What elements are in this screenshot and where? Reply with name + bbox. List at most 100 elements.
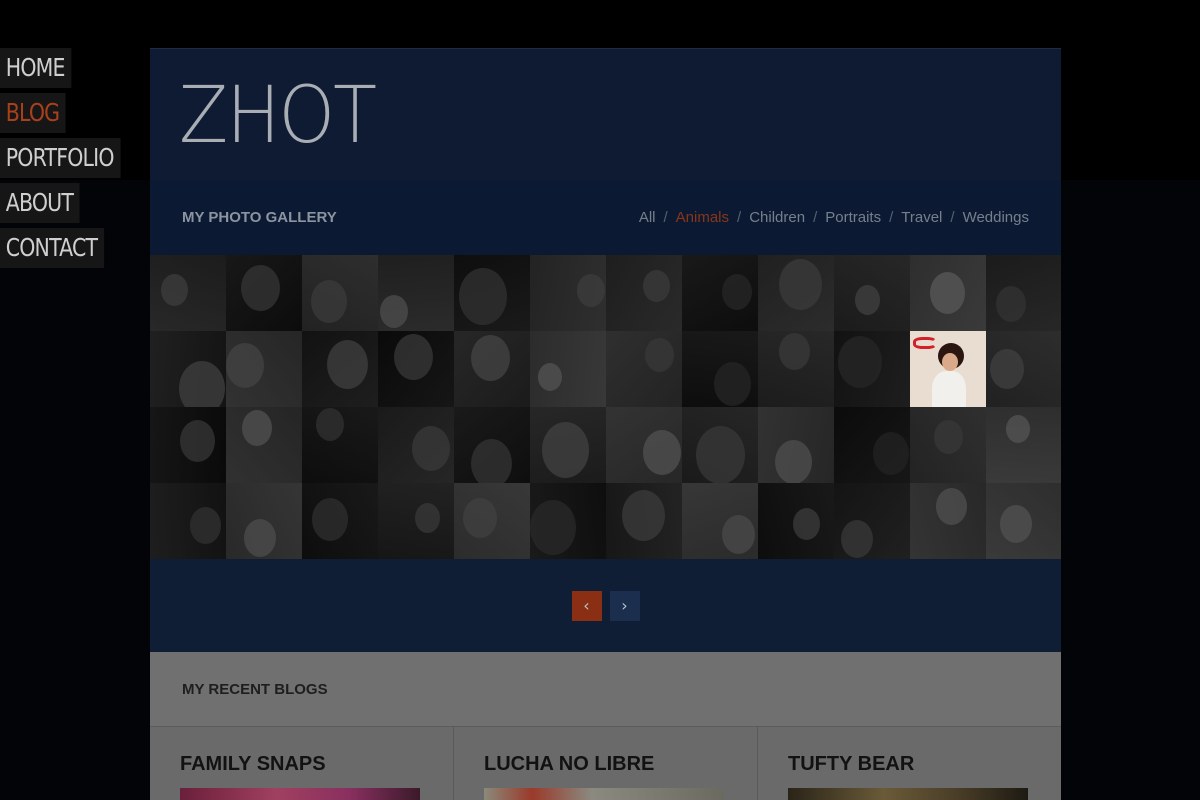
thumb-figure [838, 336, 882, 388]
gallery-thumb[interactable] [682, 407, 758, 483]
gallery-thumb[interactable] [606, 407, 682, 483]
thumb-figure [996, 286, 1026, 322]
filter-animals[interactable]: Animals [676, 209, 729, 226]
filter-separator: / [950, 209, 955, 226]
gallery-thumb[interactable] [226, 407, 302, 483]
gallery-thumb[interactable] [910, 407, 986, 483]
filter-portraits[interactable]: Portraits [825, 209, 881, 226]
gallery-thumb[interactable] [226, 331, 302, 407]
filter-children[interactable]: Children [749, 209, 805, 226]
filter-all[interactable]: All [639, 209, 656, 226]
gallery-thumb[interactable] [302, 483, 378, 559]
gallery-thumb[interactable] [758, 331, 834, 407]
gallery-thumb[interactable] [606, 331, 682, 407]
gallery-thumb[interactable] [302, 255, 378, 331]
gallery-thumb[interactable] [758, 483, 834, 559]
thumb-figure [722, 274, 752, 310]
prev-button[interactable]: ‹ [571, 590, 602, 621]
gallery-thumb[interactable] [682, 483, 758, 559]
gallery-thumb[interactable] [530, 255, 606, 331]
gallery-thumb[interactable] [150, 331, 226, 407]
gallery-thumb[interactable] [758, 407, 834, 483]
gallery-thumb[interactable] [986, 483, 1061, 559]
gallery-thumb[interactable] [454, 483, 530, 559]
gallery-thumb[interactable] [986, 407, 1061, 483]
nav-item-about[interactable]: ABOUT [0, 183, 80, 223]
gallery-thumb[interactable] [378, 483, 454, 559]
photo-grid [150, 255, 1061, 559]
gallery-thumb[interactable] [910, 483, 986, 559]
gallery-thumb[interactable] [910, 255, 986, 331]
gallery-thumb[interactable] [150, 407, 226, 483]
gallery-thumb[interactable] [302, 331, 378, 407]
recent-blogs-title: MY RECENT BLOGS [182, 680, 328, 698]
blog-card[interactable]: FAMILY SNAPS [150, 727, 454, 800]
gallery-thumb[interactable] [378, 255, 454, 331]
gallery-thumb[interactable] [682, 255, 758, 331]
gallery-thumb[interactable] [454, 331, 530, 407]
thumb-figure [530, 500, 576, 555]
gallery-thumb[interactable] [530, 331, 606, 407]
gallery-thumb[interactable] [378, 407, 454, 483]
thumb-figure [1006, 415, 1030, 443]
thumb-figure [312, 498, 348, 541]
filter-separator: / [889, 209, 894, 226]
gallery-thumb[interactable] [834, 331, 910, 407]
blog-card[interactable]: TUFTY BEAR [758, 727, 1061, 800]
filter-separator: / [663, 209, 668, 226]
thumb-figure [714, 362, 751, 406]
next-button[interactable]: › [609, 590, 640, 621]
blog-thumbnail[interactable] [180, 788, 420, 800]
nav-item-home[interactable]: HOME [0, 48, 72, 88]
blog-card[interactable]: LUCHA NO LIBRE [454, 727, 758, 800]
nav-item-contact[interactable]: CONTACT [0, 228, 104, 268]
main-column: ZHOT MY PHOTO GALLERY All / Animals / Ch… [150, 48, 1061, 800]
gallery-thumb[interactable] [530, 407, 606, 483]
gallery-thumb-highlighted[interactable] [910, 331, 986, 407]
thumb-figure [793, 508, 820, 540]
thumb-figure [932, 371, 966, 407]
gallery-thumb[interactable] [682, 331, 758, 407]
gallery-bar: MY PHOTO GALLERY All / Animals / Childre… [150, 180, 1061, 255]
gallery-thumb[interactable] [226, 483, 302, 559]
blog-thumbnail[interactable] [484, 788, 724, 800]
thumb-figure [1000, 505, 1032, 543]
gallery-thumb[interactable] [834, 255, 910, 331]
blog-thumbnail[interactable] [788, 788, 1028, 800]
gallery-thumb[interactable] [454, 407, 530, 483]
nav-item-blog[interactable]: BLOG [0, 93, 66, 133]
gallery-thumb[interactable] [226, 255, 302, 331]
thumb-figure [645, 338, 674, 372]
blog-title[interactable]: FAMILY SNAPS [180, 753, 423, 776]
gallery-thumb[interactable] [150, 483, 226, 559]
nav-item-portfolio[interactable]: PORTFOLIO [0, 138, 121, 178]
thumb-figure [643, 430, 681, 475]
thumb-figure [722, 515, 755, 554]
gallery-thumb[interactable] [834, 483, 910, 559]
thumb-figure [990, 349, 1024, 389]
thumb-figure [180, 420, 215, 462]
thumb-figure [415, 503, 440, 533]
thumb-figure [841, 520, 873, 558]
site-logo[interactable]: ZHOT [179, 71, 377, 161]
filter-travel[interactable]: Travel [901, 209, 942, 226]
blogs-row: FAMILY SNAPS LUCHA NO LIBRE TUFTY BEAR [150, 727, 1061, 800]
gallery-thumb[interactable] [454, 255, 530, 331]
blog-title[interactable]: LUCHA NO LIBRE [484, 753, 727, 776]
gallery-thumb[interactable] [834, 407, 910, 483]
gallery-thumb[interactable] [150, 255, 226, 331]
gallery-thumb[interactable] [758, 255, 834, 331]
gallery-thumb[interactable] [986, 255, 1061, 331]
gallery-thumb[interactable] [530, 483, 606, 559]
thumb-figure [380, 295, 408, 328]
gallery-thumb[interactable] [606, 255, 682, 331]
thumb-figure [471, 439, 512, 483]
thumb-figure [327, 340, 368, 389]
gallery-thumb[interactable] [378, 331, 454, 407]
thumb-figure [542, 422, 589, 478]
blog-title[interactable]: TUFTY BEAR [788, 753, 1031, 776]
gallery-thumb[interactable] [986, 331, 1061, 407]
gallery-thumb[interactable] [302, 407, 378, 483]
gallery-thumb[interactable] [606, 483, 682, 559]
filter-weddings[interactable]: Weddings [963, 209, 1029, 226]
